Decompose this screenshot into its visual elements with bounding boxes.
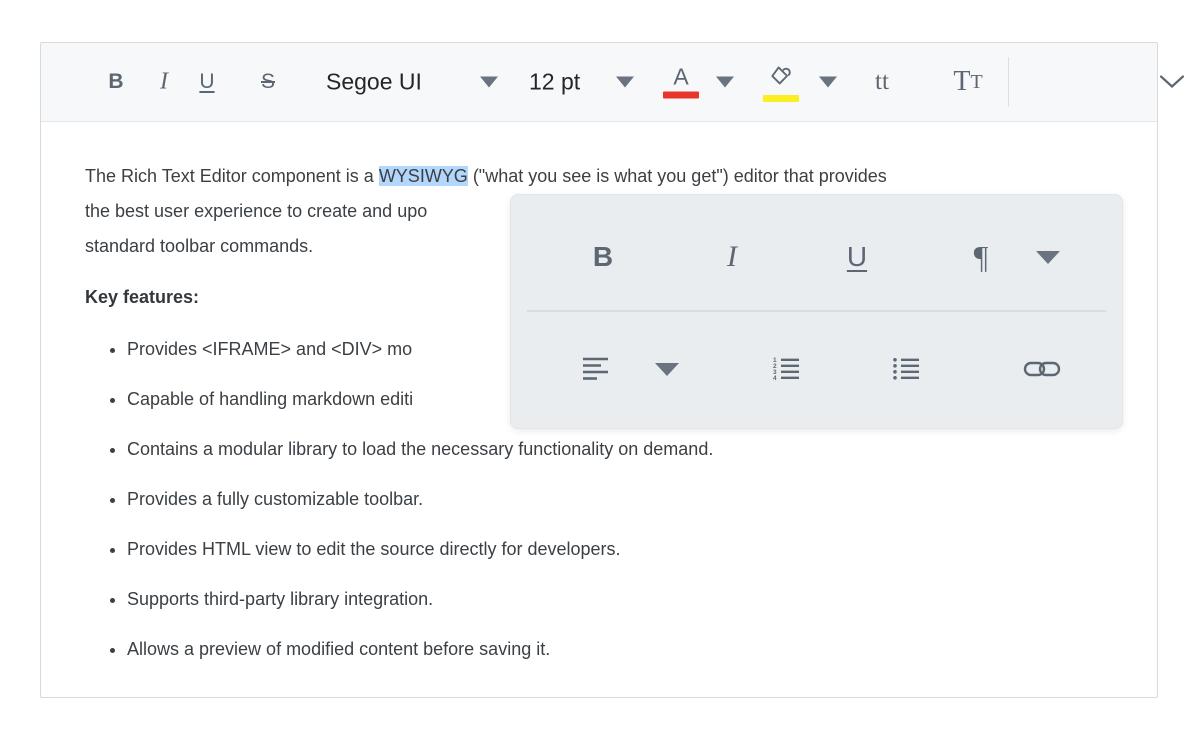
font-name-dropdown-arrow[interactable] bbox=[480, 77, 498, 88]
feature-item: Allows a preview of modified content bef… bbox=[127, 638, 1117, 660]
selected-text: WYSIWYG bbox=[379, 166, 468, 186]
numbered-list-icon: 1234 bbox=[772, 356, 800, 382]
paragraph-text: standard toolbar commands. bbox=[85, 236, 313, 256]
quick-italic-button[interactable]: I bbox=[710, 235, 754, 279]
quick-numbered-list-button[interactable]: 1234 bbox=[764, 347, 808, 391]
strikethrough-button[interactable]: S bbox=[248, 70, 288, 94]
quick-paragraph-format-button[interactable]: ¶ bbox=[959, 235, 1003, 279]
toolbar-divider bbox=[1008, 57, 1009, 107]
feature-item: Contains a modular library to load the n… bbox=[127, 438, 1117, 460]
font-name-dropdown[interactable]: Segoe UI bbox=[326, 69, 422, 96]
rte-main-toolbar: B I U S Segoe UI 12 pt A tt bbox=[41, 43, 1157, 122]
font-name-value: Segoe UI bbox=[326, 69, 422, 96]
uppercase-small-letter: T bbox=[970, 71, 982, 94]
underline-button[interactable]: U bbox=[187, 70, 227, 94]
chevron-down-icon bbox=[716, 77, 734, 88]
font-color-letter: A bbox=[673, 66, 688, 89]
font-color-swatch bbox=[663, 92, 699, 99]
bold-button[interactable]: B bbox=[96, 70, 136, 94]
quick-bold-button[interactable]: B bbox=[581, 235, 625, 279]
chevron-down-icon bbox=[616, 77, 634, 88]
chevron-down-icon bbox=[655, 363, 679, 376]
font-size-value: 12 pt bbox=[529, 69, 580, 96]
highlight-color-dropdown-arrow[interactable] bbox=[819, 77, 837, 88]
highlight-color-swatch bbox=[763, 95, 799, 102]
uppercase-big-letter: T bbox=[953, 66, 970, 98]
quick-paragraph-dropdown-arrow[interactable] bbox=[1026, 235, 1070, 279]
quick-inline-toolbar: B I U ¶ 1234 bbox=[510, 194, 1123, 429]
quick-align-dropdown-arrow[interactable] bbox=[645, 347, 689, 391]
feature-item: Provides HTML view to edit the source di… bbox=[127, 538, 1117, 560]
font-color-button[interactable]: A bbox=[662, 66, 700, 99]
align-left-icon bbox=[582, 357, 610, 381]
lowercase-button[interactable]: tt bbox=[860, 68, 904, 96]
feature-item: Provides a fully customizable toolbar. bbox=[127, 488, 1117, 510]
feature-item: Supports third-party library integration… bbox=[127, 588, 1117, 610]
paragraph-text: ("what you see is what you get") editor … bbox=[468, 166, 887, 186]
highlight-color-button[interactable] bbox=[762, 62, 800, 102]
quick-bullet-list-button[interactable] bbox=[884, 347, 928, 391]
paragraph-text: The Rich Text Editor component is a bbox=[85, 166, 379, 186]
uppercase-button[interactable]: TT bbox=[946, 66, 990, 98]
bullet-list-icon bbox=[892, 356, 920, 382]
chevron-down-icon bbox=[1159, 75, 1185, 90]
svg-text:4: 4 bbox=[773, 375, 777, 382]
italic-button[interactable]: I bbox=[144, 69, 184, 96]
font-color-dropdown-arrow[interactable] bbox=[716, 77, 734, 88]
link-icon bbox=[1023, 357, 1061, 381]
font-size-dropdown-arrow[interactable] bbox=[616, 77, 634, 88]
toolbar-expand-button[interactable] bbox=[1156, 75, 1188, 90]
paragraph-text: the best user experience to create and u… bbox=[85, 201, 427, 221]
chevron-down-icon bbox=[1036, 251, 1060, 264]
chevron-down-icon bbox=[480, 77, 498, 88]
paint-bucket-icon bbox=[768, 62, 794, 92]
quick-toolbar-divider bbox=[527, 310, 1106, 312]
quick-link-button[interactable] bbox=[1020, 347, 1064, 391]
quick-align-button[interactable] bbox=[574, 347, 618, 391]
font-size-dropdown[interactable]: 12 pt bbox=[529, 69, 580, 96]
chevron-down-icon bbox=[819, 77, 837, 88]
quick-underline-button[interactable]: U bbox=[835, 235, 879, 279]
